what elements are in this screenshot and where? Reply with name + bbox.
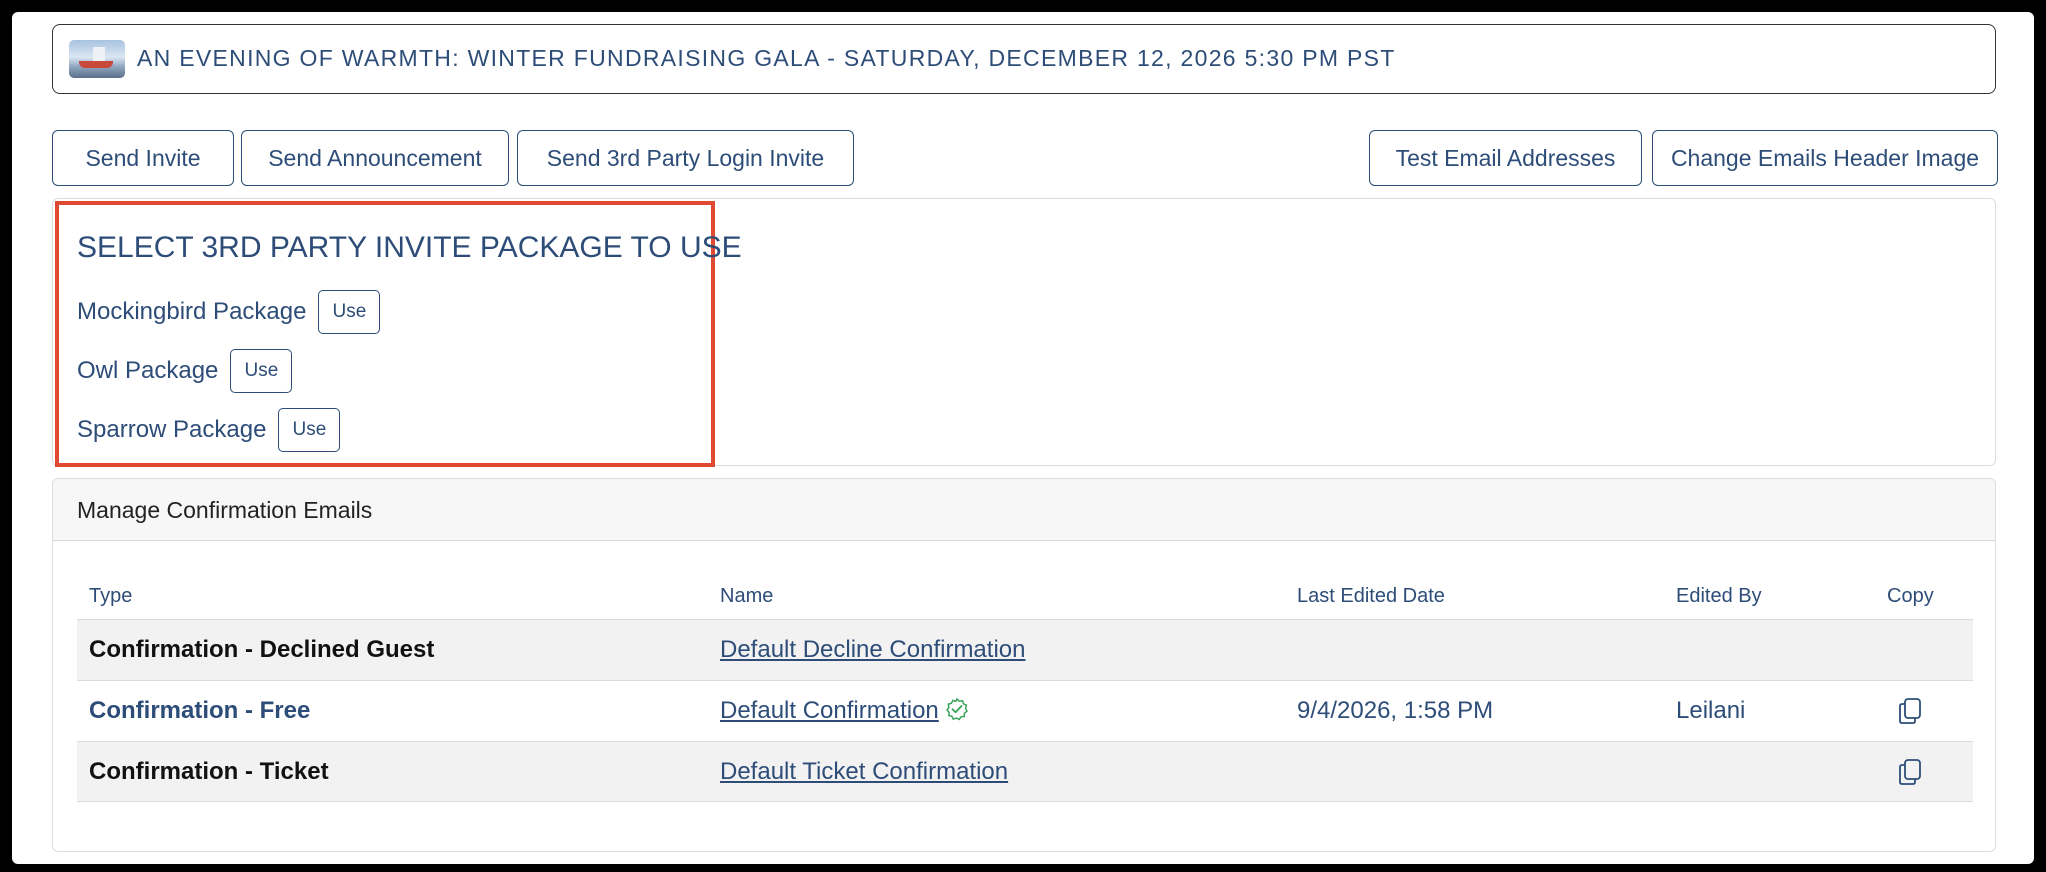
- send-announcement-button[interactable]: Send Announcement: [241, 130, 509, 186]
- package-name: Owl Package: [77, 357, 219, 384]
- use-sparrow-button[interactable]: Use: [278, 408, 341, 452]
- package-name: Mockingbird Package: [77, 298, 307, 325]
- event-header-bar: AN EVENING OF WARMTH: WINTER FUNDRAISING…: [52, 24, 1996, 94]
- event-thumbnail-image: [69, 40, 125, 78]
- event-title: AN EVENING OF WARMTH: WINTER FUNDRAISING…: [137, 45, 1396, 71]
- use-owl-button[interactable]: Use: [230, 349, 293, 393]
- table-row: Confirmation - Declined Guest Default De…: [77, 619, 1973, 680]
- row-last-edited-date: 9/4/2026, 1:58 PM: [1297, 697, 1494, 724]
- confirmation-emails-card: Manage Confirmation Emails Type Name Las…: [52, 478, 1996, 852]
- verified-check-icon: [945, 697, 969, 726]
- package-heading: SELECT 3RD PARTY INVITE PACKAGE TO USE: [77, 231, 742, 264]
- send-invite-button[interactable]: Send Invite: [52, 130, 234, 186]
- table-row: Confirmation - Free Default Confirmation…: [77, 680, 1973, 741]
- app-frame: AN EVENING OF WARMTH: WINTER FUNDRAISING…: [12, 12, 2034, 864]
- row-name-link[interactable]: Default Ticket Confirmation: [720, 758, 1008, 786]
- column-header-last-edited-date: Last Edited Date: [1297, 585, 1445, 607]
- card-header: Manage Confirmation Emails: [53, 479, 1995, 541]
- send-3rd-party-login-invite-button[interactable]: Send 3rd Party Login Invite: [517, 130, 854, 186]
- copy-icon[interactable]: [1895, 696, 1925, 726]
- copy-icon[interactable]: [1895, 757, 1925, 787]
- table-row: Confirmation - Ticket Default Ticket Con…: [77, 741, 1973, 802]
- use-mockingbird-button[interactable]: Use: [318, 290, 381, 334]
- package-name: Sparrow Package: [77, 416, 267, 443]
- package-row-mockingbird: Mockingbird Package Use: [77, 290, 381, 334]
- row-type: Confirmation - Declined Guest: [89, 636, 435, 663]
- row-name-link[interactable]: Default Decline Confirmation: [720, 636, 1025, 664]
- column-header-copy: Copy: [1887, 585, 1934, 607]
- row-edited-by: Leilani: [1676, 697, 1746, 724]
- package-row-owl: Owl Package Use: [77, 349, 293, 393]
- row-name-link[interactable]: Default Confirmation: [720, 697, 939, 725]
- column-header-edited-by: Edited By: [1676, 585, 1762, 607]
- row-type: Confirmation - Free: [89, 697, 311, 724]
- card-title: Manage Confirmation Emails: [77, 497, 373, 523]
- change-emails-header-image-button[interactable]: Change Emails Header Image: [1652, 130, 1998, 186]
- package-row-sparrow: Sparrow Package Use: [77, 408, 341, 452]
- test-email-addresses-button[interactable]: Test Email Addresses: [1369, 130, 1642, 186]
- column-header-name: Name: [720, 585, 774, 607]
- row-type: Confirmation - Ticket: [89, 757, 329, 785]
- column-header-type: Type: [89, 585, 133, 607]
